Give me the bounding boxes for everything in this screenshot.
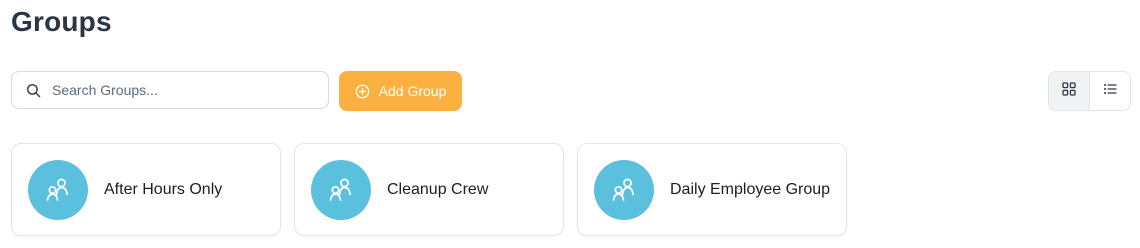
group-name: Cleanup Crew — [387, 180, 489, 198]
plus-circle-icon — [355, 83, 371, 99]
group-card[interactable]: After Hours Only — [11, 143, 281, 236]
group-icon — [594, 159, 654, 220]
search-box[interactable] — [11, 71, 329, 109]
group-card[interactable]: Cleanup Crew — [294, 143, 564, 236]
add-group-label: Add Group — [378, 83, 447, 99]
group-name: After Hours Only — [104, 180, 223, 198]
search-icon — [25, 82, 41, 98]
grid-view-toggle[interactable] — [1049, 72, 1090, 110]
add-group-button[interactable]: Add Group — [339, 71, 462, 111]
group-icon — [311, 159, 371, 220]
search-input[interactable] — [52, 75, 312, 105]
group-list: After Hours Only Cleanup Crew Daily Empl… — [11, 143, 847, 236]
list-view-toggle[interactable] — [1090, 72, 1130, 110]
page-title: Groups — [11, 6, 112, 37]
list-icon — [1103, 82, 1117, 101]
group-card[interactable]: Daily Employee Group — [577, 143, 847, 236]
group-name: Daily Employee Group — [670, 180, 831, 198]
group-icon — [28, 159, 88, 220]
view-toggle — [1048, 71, 1131, 111]
grid-icon — [1062, 81, 1076, 101]
